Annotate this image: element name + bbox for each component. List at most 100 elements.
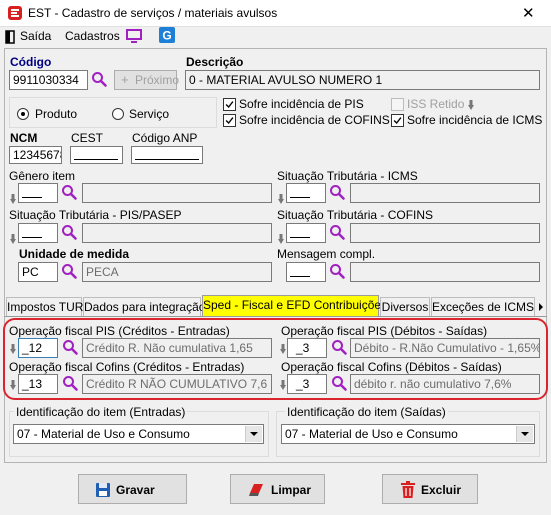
exit-menu-label: Saída: [20, 29, 52, 43]
pis-saida-desc: Débito - R.Não Cumulativo - 1,65%: [350, 338, 540, 358]
descricao-input[interactable]: 0 - MATERIAL AVULSO NUMERO 1: [185, 70, 540, 90]
next-button[interactable]: + Próximo: [114, 70, 180, 90]
pin-icon: [10, 194, 16, 204]
ident-saida-label: Identificação do item (Saídas): [285, 405, 448, 419]
mensagem-desc: [350, 262, 540, 282]
pis-entrada-code-input[interactable]: _12: [18, 338, 58, 358]
iss-checkbox[interactable]: [391, 98, 404, 111]
st-pis-desc: [82, 223, 272, 243]
ncm-label: NCM: [10, 131, 38, 145]
check-icon: [224, 99, 235, 110]
st-cofins-code-input[interactable]: [286, 223, 326, 243]
produto-radio[interactable]: [17, 108, 29, 120]
cofins-entrada-desc: Crédito R NÃO CUMULATIVO 7,6: [82, 374, 272, 394]
st-cofins-search-icon[interactable]: [329, 224, 345, 240]
pin-icon: [468, 100, 474, 110]
ident-saida-select[interactable]: 07 - Material de Uso e Consumo: [281, 424, 535, 444]
cofins-saida-search-icon[interactable]: [331, 375, 347, 391]
app-icon: [7, 5, 23, 21]
title-bar: EST - Cadastro de serviços / materiais a…: [0, 0, 551, 27]
genero-desc: [82, 183, 272, 203]
st-icms-search-icon[interactable]: [329, 184, 345, 200]
mensagem-search-icon[interactable]: [329, 263, 345, 279]
codigo-search-icon[interactable]: [91, 71, 107, 87]
anp-input[interactable]: [131, 146, 203, 164]
cest-input[interactable]: [70, 146, 123, 164]
mensagem-label: Mensagem compl.: [277, 247, 376, 261]
anp-label: Código ANP: [132, 131, 198, 145]
st-pis-search-icon[interactable]: [61, 224, 77, 240]
tab-dados-integracao[interactable]: Dados para integração: [83, 297, 205, 317]
clear-button-label: Limpar: [271, 483, 312, 497]
genero-code-input[interactable]: [18, 183, 58, 203]
tab-excecoes-icms[interactable]: Exceções de ICMS: [431, 297, 535, 317]
genero-search-icon[interactable]: [61, 184, 77, 200]
ident-saida-value: 07 - Material de Uso e Consumo: [285, 427, 458, 441]
ident-entrada-label: Identificação do item (Entradas): [14, 405, 188, 419]
tab-sped-fiscal[interactable]: Sped - Fiscal e EFD Contribuições: [202, 295, 387, 317]
ident-entrada-select[interactable]: 07 - Material de Uso e Consumo: [13, 424, 264, 444]
next-button-label: Próximo: [135, 73, 180, 87]
codigo-input[interactable]: 9911030334: [9, 70, 88, 90]
tab-diversos[interactable]: Diversos: [380, 297, 430, 317]
cofins-saida-label: Operação fiscal Cofins (Débitos - Saídas…: [281, 360, 502, 374]
registers-menu[interactable]: Cadastros: [65, 29, 120, 43]
pis-entrada-desc: Crédito R. Não cumulativa 1,65: [82, 338, 272, 358]
unidade-code-input[interactable]: PC: [18, 262, 58, 282]
produto-label: Produto: [35, 107, 78, 121]
pis-saida-label: Operação fiscal PIS (Débitos - Saídas): [281, 324, 488, 338]
codigo-label: Código: [10, 55, 52, 69]
monitor-icon[interactable]: [126, 28, 142, 44]
delete-button-label: Excluir: [421, 483, 462, 497]
cofins-saida-code-input[interactable]: _3: [287, 374, 327, 394]
icms-checkbox[interactable]: [391, 114, 404, 127]
close-icon[interactable]: ✕: [522, 4, 535, 22]
save-button-label: Gravar: [116, 483, 155, 497]
ncm-input[interactable]: 12345678: [9, 146, 62, 164]
cest-mask: [74, 159, 118, 160]
st-cofins-label: Situação Tributária - COFINS: [277, 208, 434, 222]
st-icms-desc: [350, 183, 540, 203]
servico-radio[interactable]: [112, 108, 124, 120]
check-icon: [224, 115, 235, 126]
pin-icon: [10, 234, 16, 244]
pis-entrada-search-icon[interactable]: [62, 339, 78, 355]
cofins-entrada-label: Operação fiscal Cofins (Créditos - Entra…: [9, 360, 245, 374]
pin-icon: [10, 380, 16, 390]
icms-checkbox-label: Sofre incidência de ICMS: [407, 113, 543, 127]
cofins-checkbox[interactable]: [223, 114, 236, 127]
pis-saida-code-input[interactable]: _3: [287, 338, 327, 358]
clear-button[interactable]: Limpar: [230, 474, 325, 504]
st-cofins-mask: [290, 237, 310, 238]
pin-icon: [280, 380, 286, 390]
ident-entrada-value: 07 - Material de Uso e Consumo: [17, 427, 190, 441]
st-icms-code-input[interactable]: [286, 183, 326, 203]
save-button[interactable]: Gravar: [78, 474, 187, 504]
mensagem-code-input[interactable]: [286, 262, 326, 282]
pin-icon: [278, 194, 284, 204]
tab-scroll-arrow[interactable]: [537, 300, 545, 314]
genero-mask: [22, 197, 42, 198]
window-title: EST - Cadastro de serviços / materiais a…: [28, 6, 278, 20]
servico-label: Serviço: [129, 107, 170, 121]
pis-saida-search-icon[interactable]: [331, 339, 347, 355]
anp-mask: [135, 159, 199, 160]
st-cofins-desc: [350, 223, 540, 243]
pis-checkbox[interactable]: [223, 98, 236, 111]
genero-label: Gênero item: [9, 169, 76, 183]
cest-label: CEST: [71, 131, 104, 145]
tab-impostos-tur[interactable]: Impostos TUR: [6, 297, 83, 317]
pis-entrada-label: Operação fiscal PIS (Créditos - Entradas…: [9, 324, 230, 338]
g-app-icon[interactable]: G: [159, 27, 175, 43]
st-pis-label: Situação Tributária - PIS/PASEP: [9, 208, 182, 222]
cofins-entrada-code-input[interactable]: _13: [18, 374, 58, 394]
unidade-search-icon[interactable]: [61, 263, 77, 279]
descricao-label: Descrição: [186, 55, 244, 69]
unidade-label: Unidade de medida: [19, 247, 130, 261]
delete-button[interactable]: Excluir: [382, 474, 478, 504]
cofins-checkbox-label: Sofre incidência de COFINS: [239, 113, 390, 127]
st-pis-code-input[interactable]: [18, 223, 58, 243]
trash-icon: [401, 481, 415, 498]
svg-text:G: G: [162, 29, 171, 43]
cofins-entrada-search-icon[interactable]: [62, 375, 78, 391]
